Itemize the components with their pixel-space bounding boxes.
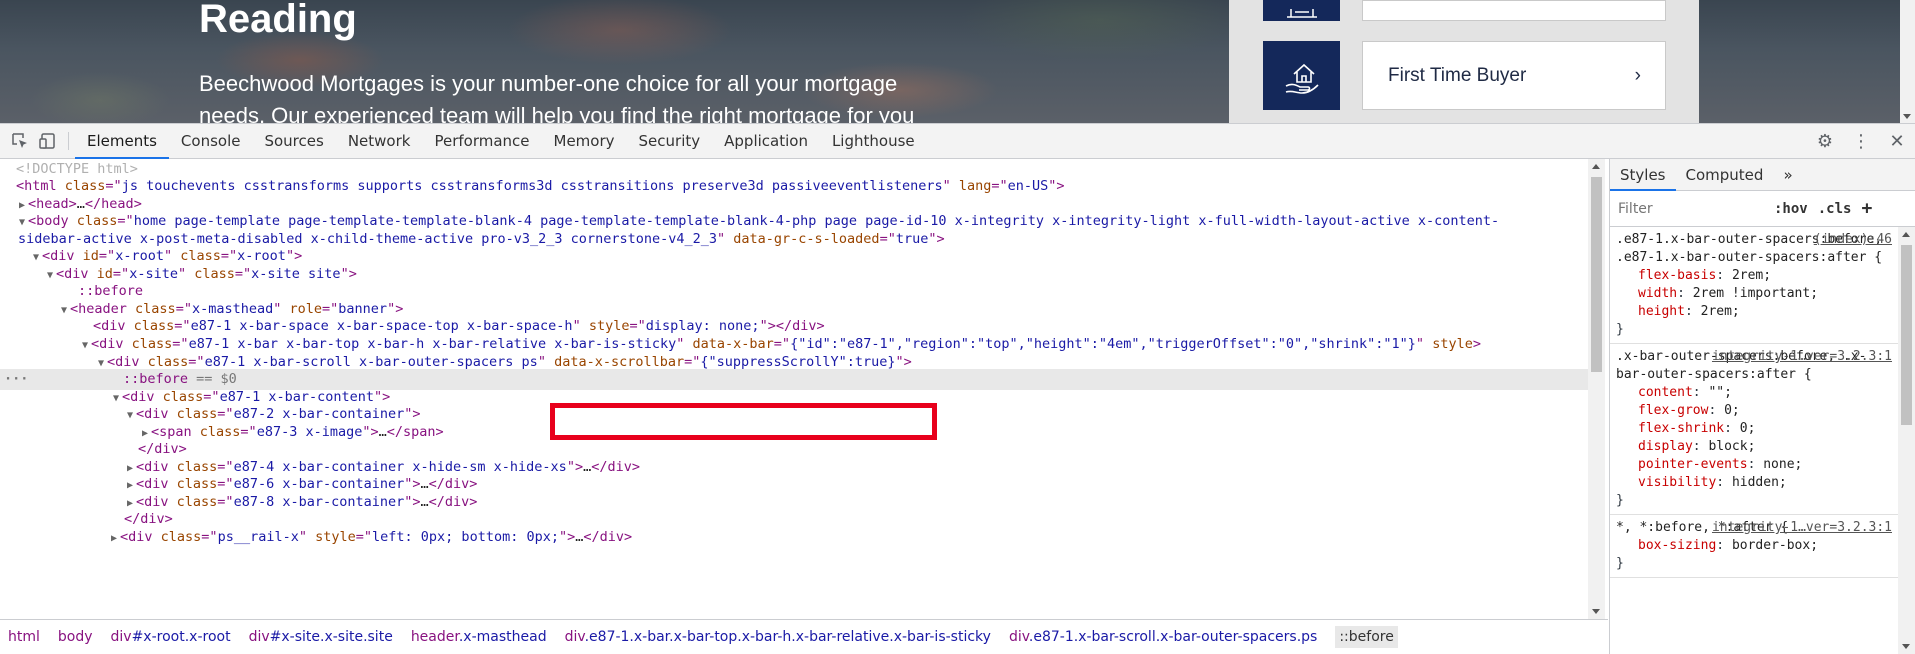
style-property[interactable]: flex-basis: 2rem; bbox=[1616, 267, 1892, 285]
style-property[interactable]: display: block; bbox=[1616, 438, 1892, 456]
styles-tabbar: Styles Computed » bbox=[1610, 159, 1915, 191]
tab-security[interactable]: Security bbox=[627, 124, 713, 158]
styles-scrollbar[interactable] bbox=[1898, 227, 1915, 654]
more-options-icon[interactable]: ⋮ bbox=[1843, 131, 1879, 152]
first-time-buyer-icon-box[interactable] bbox=[1263, 41, 1340, 110]
style-rule[interactable]: integrity-1…ver=3.2.3:1 *, *:before, *:a… bbox=[1610, 515, 1898, 578]
breadcrumb-item[interactable]: div#x-site.x-site.site bbox=[249, 629, 393, 645]
tab-styles[interactable]: Styles bbox=[1610, 159, 1676, 191]
rule-selector: (index):46 .e87-1.x-bar-outer-spacers:be… bbox=[1616, 231, 1892, 265]
elements-tree-scrollbar[interactable] bbox=[1588, 159, 1605, 619]
more-tabs-icon[interactable]: » bbox=[1773, 159, 1802, 190]
breadcrumb-item[interactable]: div.e87-1.x-bar.x-bar-top.x-bar-h.x-bar-… bbox=[565, 629, 991, 645]
website-viewport: Reading Beechwood Mortgages is your numb… bbox=[0, 0, 1915, 123]
breadcrumb-item-current[interactable]: ::before bbox=[1335, 626, 1398, 648]
hero-text-line-2: needs. Our experienced team will help yo… bbox=[199, 103, 915, 123]
style-property[interactable]: pointer-events: none; bbox=[1616, 456, 1892, 474]
scroll-down-arrow-icon[interactable] bbox=[1902, 644, 1910, 649]
service-card[interactable] bbox=[1362, 0, 1666, 21]
rule-close-brace: } bbox=[1616, 493, 1624, 508]
scroll-down-arrow-icon[interactable] bbox=[1903, 114, 1911, 119]
style-property[interactable]: flex-grow: 0; bbox=[1616, 402, 1892, 420]
styles-filter-input[interactable] bbox=[1618, 196, 1764, 221]
page-scrollbar[interactable] bbox=[1900, 0, 1915, 123]
tab-lighthouse[interactable]: Lighthouse bbox=[820, 124, 927, 158]
scroll-up-arrow-icon[interactable] bbox=[1592, 164, 1600, 169]
style-property[interactable]: content: ""; bbox=[1616, 384, 1892, 402]
tab-application[interactable]: Application bbox=[712, 124, 820, 158]
tab-memory[interactable]: Memory bbox=[542, 124, 627, 158]
breadcrumb-item[interactable]: div#x-root.x-root bbox=[111, 629, 231, 645]
rule-source-link[interactable]: integrity-1…ver=3.2.3:1 bbox=[1712, 519, 1892, 537]
house-icon bbox=[1286, 8, 1317, 18]
rule-source-link[interactable]: integrity-1…ver=3.2.3:1 bbox=[1712, 348, 1892, 366]
breadcrumb-item[interactable]: html bbox=[8, 629, 40, 645]
expand-arrow-icon[interactable]: ▶ bbox=[108, 528, 120, 549]
style-property[interactable]: box-sizing: border-box; bbox=[1616, 537, 1892, 555]
toolbar-divider bbox=[68, 132, 69, 150]
breadcrumb-item[interactable]: body bbox=[58, 629, 93, 645]
highlight-annotation-box bbox=[550, 403, 937, 440]
style-property[interactable]: width: 2rem !important; bbox=[1616, 285, 1892, 303]
hover-state-toggle[interactable]: :hov bbox=[1774, 201, 1808, 217]
devtools-panel: Elements Console Sources Network Perform… bbox=[0, 123, 1915, 654]
tab-computed[interactable]: Computed bbox=[1676, 159, 1774, 190]
service-icon-box[interactable] bbox=[1263, 0, 1340, 21]
styles-pane: Styles Computed » :hov .cls + (index):46… bbox=[1609, 159, 1915, 654]
breadcrumb-item[interactable]: header.x-masthead bbox=[411, 629, 547, 645]
add-rule-plus-icon[interactable]: + bbox=[1861, 198, 1872, 219]
style-rule[interactable]: integrity-1…ver=3.2.3:1 .x-bar-outer-spa… bbox=[1610, 344, 1898, 515]
device-toolbar-icon[interactable] bbox=[34, 124, 62, 158]
hero-title: Reading bbox=[199, 0, 357, 41]
style-rules-list[interactable]: (index):46 .e87-1.x-bar-outer-spacers:be… bbox=[1610, 227, 1898, 654]
house-in-hand-icon bbox=[1285, 63, 1319, 94]
rule-selector: integrity-1…ver=3.2.3:1 *, *:before, *:a… bbox=[1616, 519, 1892, 537]
rule-close-brace: } bbox=[1616, 556, 1624, 571]
inspect-element-icon[interactable] bbox=[6, 124, 34, 158]
rule-source-link[interactable]: (index):46 bbox=[1814, 231, 1892, 249]
scrollbar-thumb[interactable] bbox=[1591, 177, 1602, 372]
settings-gear-icon[interactable]: ⚙ bbox=[1807, 131, 1843, 152]
style-property[interactable]: height: 2rem; bbox=[1616, 303, 1892, 321]
tab-sources[interactable]: Sources bbox=[252, 124, 335, 158]
scroll-up-arrow-icon[interactable] bbox=[1902, 232, 1910, 237]
styles-filter-bar: :hov .cls + bbox=[1610, 191, 1915, 227]
class-toggle[interactable]: .cls bbox=[1818, 201, 1852, 217]
tab-performance[interactable]: Performance bbox=[422, 124, 541, 158]
devtools-tabbar: Elements Console Sources Network Perform… bbox=[0, 123, 1915, 159]
devtools-actions: ⚙ ⋮ ✕ bbox=[1807, 124, 1915, 158]
tab-elements[interactable]: Elements bbox=[75, 124, 169, 159]
style-property[interactable]: flex-shrink: 0; bbox=[1616, 420, 1892, 438]
chevron-right-icon: › bbox=[1634, 65, 1641, 86]
style-property[interactable]: visibility: hidden; bbox=[1616, 474, 1892, 492]
elements-tree[interactable]: <!DOCTYPE html> <html class="js toucheve… bbox=[0, 159, 1588, 619]
tree-node-rail-x[interactable]: ▶ <div class="ps__rail-x" style="left: 0p… bbox=[0, 527, 1588, 548]
hero-text-line-1: Beechwood Mortgages is your number-one c… bbox=[199, 71, 898, 96]
tab-network[interactable]: Network bbox=[336, 124, 423, 158]
scroll-down-arrow-icon[interactable] bbox=[1592, 609, 1600, 614]
breadcrumb: html body div#x-root.x-root div#x-site.x… bbox=[0, 619, 1608, 654]
breadcrumb-item[interactable]: div.e87-1.x-bar-scroll.x-bar-outer-space… bbox=[1009, 629, 1317, 645]
style-rule[interactable]: (index):46 .e87-1.x-bar-outer-spacers:be… bbox=[1610, 227, 1898, 344]
tab-console[interactable]: Console bbox=[169, 124, 253, 158]
rule-selector: integrity-1…ver=3.2.3:1 .x-bar-outer-spa… bbox=[1616, 348, 1892, 382]
hero-text: Beechwood Mortgages is your number-one c… bbox=[199, 68, 1019, 123]
first-time-buyer-card[interactable]: First Time Buyer › bbox=[1362, 41, 1666, 110]
rule-close-brace: } bbox=[1616, 322, 1624, 337]
scrollbar-thumb[interactable] bbox=[1901, 245, 1912, 425]
first-time-buyer-label: First Time Buyer bbox=[1388, 64, 1527, 86]
close-devtools-icon[interactable]: ✕ bbox=[1879, 131, 1915, 152]
